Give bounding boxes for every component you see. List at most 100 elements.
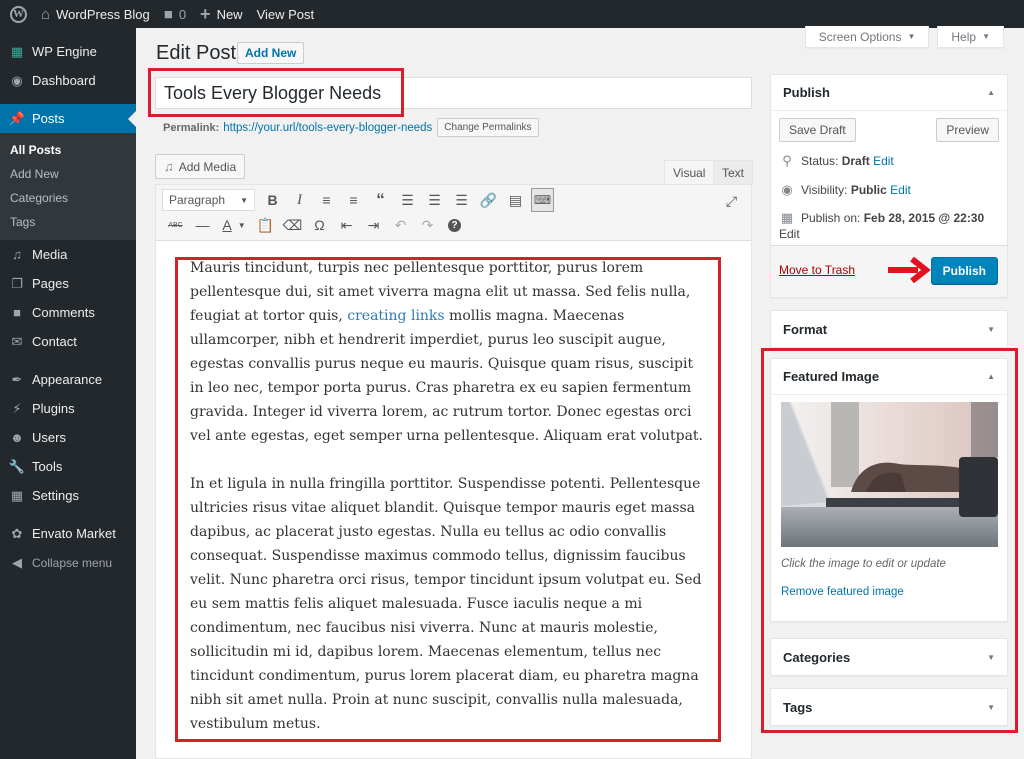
format-box-header[interactable]: Format ▼	[771, 311, 1007, 347]
tags-box-header[interactable]: Tags ▼	[771, 689, 1007, 725]
publish-button[interactable]: Publish	[930, 257, 998, 284]
collapse-label: Collapse menu	[32, 555, 113, 570]
settings-icon: ▦	[10, 487, 24, 503]
collapse-up-icon[interactable]: ▲	[987, 88, 995, 97]
submenu-categories[interactable]: Categories	[0, 186, 136, 210]
sidebar-item-users[interactable]: ☻ Users	[0, 423, 136, 452]
sidebar-item-comments[interactable]: ■ Comments	[0, 298, 136, 327]
blockquote-button[interactable]: “	[367, 188, 394, 212]
align-center-button[interactable]: ☰	[421, 188, 448, 212]
comment-icon: ■	[13, 305, 21, 320]
sidebar-item-media[interactable]: ♫ Media	[0, 240, 136, 269]
paragraph-text: mollis magna. Maecenas ullamcorper, nibh…	[190, 308, 704, 444]
text-color-button[interactable]: A ▼	[216, 213, 252, 237]
bullet-list-button[interactable]: ≡	[313, 188, 340, 212]
featured-image-box-header[interactable]: Featured Image ▲	[771, 359, 1007, 395]
redo-button[interactable]: ↷	[414, 213, 441, 237]
edit-visibility-link[interactable]: Edit	[890, 183, 911, 197]
outdent-button[interactable]: ⇤	[333, 213, 360, 237]
italic-button[interactable]: I	[286, 188, 313, 212]
undo-button[interactable]: ↶	[387, 213, 414, 237]
horizontal-line-button[interactable]: —	[189, 213, 216, 237]
visibility-value: Public	[850, 183, 887, 197]
categories-box-header[interactable]: Categories ▼	[771, 639, 1007, 675]
screen-options-button[interactable]: Screen Options ▼	[804, 26, 930, 48]
align-center-icon: ☰	[428, 191, 441, 208]
sidebar-item-wp-engine[interactable]: ▦ WP Engine	[0, 37, 136, 66]
laptop-photo-icon	[781, 402, 998, 547]
submenu-all-posts[interactable]: All Posts	[0, 138, 136, 162]
save-draft-button[interactable]: Save Draft	[779, 118, 856, 142]
read-more-button[interactable]: ▤	[502, 188, 529, 212]
sidebar-item-plugins[interactable]: ⚡ Plugins	[0, 394, 136, 423]
submenu-add-new[interactable]: Add New	[0, 162, 136, 186]
sidebar-item-envato-market[interactable]: ✿ Envato Market	[0, 519, 136, 548]
admin-sidebar: ▦ WP Engine ◉ Dashboard 📌 Posts All Post…	[0, 28, 136, 759]
home-icon: ⌂	[41, 5, 51, 23]
permalink-url-link[interactable]: https://your.url/tools-every-blogger-nee…	[223, 122, 432, 134]
indent-button[interactable]: ⇥	[360, 213, 387, 237]
sidebar-item-posts[interactable]: 📌 Posts	[0, 104, 136, 133]
expand-down-icon[interactable]: ▼	[987, 325, 995, 334]
numbered-list-button[interactable]: ≡	[340, 188, 367, 212]
edit-status-link[interactable]: Edit	[873, 154, 894, 168]
sidebar-item-appearance[interactable]: ✒ Appearance	[0, 365, 136, 394]
admin-bar: W ⌂ WordPress Blog ■ 0 + New View Post	[0, 0, 1024, 28]
view-post-link[interactable]: View Post	[250, 0, 322, 28]
editor-content[interactable]: Mauris tincidunt, turpis nec pellentesqu…	[156, 256, 751, 736]
categories-box-title: Categories	[783, 649, 851, 665]
help-shortcuts-button[interactable]: ?	[441, 213, 468, 237]
paste-text-button[interactable]: 📋	[252, 213, 279, 237]
site-name: WordPress Blog	[56, 6, 150, 22]
permalink-label: Permalink:	[163, 121, 220, 134]
post-title-input[interactable]: Tools Every Blogger Needs	[155, 77, 752, 109]
status-value: Draft	[841, 154, 870, 168]
sidebar-item-dashboard[interactable]: ◉ Dashboard	[0, 66, 136, 95]
format-select[interactable]: Paragraph ▼	[162, 189, 255, 211]
tab-visual[interactable]: Visual	[664, 160, 715, 184]
collapse-menu-button[interactable]: ◀ Collapse menu	[0, 548, 136, 577]
collapse-up-icon[interactable]: ▲	[987, 372, 995, 381]
tab-text[interactable]: Text	[713, 160, 754, 184]
content-link[interactable]: creating links	[347, 308, 444, 324]
format-box-title: Format	[783, 321, 828, 337]
add-new-button[interactable]: Add New	[237, 42, 305, 64]
featured-image-thumbnail[interactable]	[781, 402, 998, 547]
align-left-button[interactable]: ☰	[394, 188, 421, 212]
sidebar-item-tools[interactable]: 🔧 Tools	[0, 452, 136, 481]
sidebar-item-contact[interactable]: ✉ Contact	[0, 327, 136, 356]
screen-options-label: Screen Options	[818, 29, 902, 44]
align-right-button[interactable]: ☰	[448, 188, 475, 212]
remove-featured-image-link[interactable]: Remove featured image	[781, 586, 904, 598]
categories-box: Categories ▼	[770, 638, 1008, 676]
strikethrough-icon: ABC	[168, 221, 183, 229]
expand-down-icon[interactable]: ▼	[987, 703, 995, 712]
site-name-link[interactable]: ⌂ WordPress Blog	[34, 0, 157, 28]
wp-logo-menu[interactable]: W	[0, 0, 34, 28]
edit-date-link[interactable]: Edit	[779, 227, 800, 241]
publish-box-header[interactable]: Publish ▲	[771, 75, 1007, 111]
pin-icon: 📌	[8, 110, 26, 126]
publish-on-label: Publish on:	[801, 211, 861, 225]
clear-formatting-button[interactable]: ⌫	[279, 213, 306, 237]
comments-link[interactable]: ■ 0	[157, 0, 193, 28]
sidebar-item-label: Appearance	[32, 372, 103, 387]
special-character-button[interactable]: Ω	[306, 213, 333, 237]
help-button[interactable]: Help ▼	[937, 26, 1004, 48]
comment-bubble-icon: ■	[163, 5, 173, 23]
preview-button[interactable]: Preview	[936, 118, 999, 142]
change-permalinks-button[interactable]: Change Permalinks	[437, 118, 539, 137]
new-content-link[interactable]: + New	[193, 0, 250, 28]
horizontal-line-icon: —	[195, 217, 210, 233]
bold-button[interactable]: B	[259, 188, 286, 212]
insert-link-button[interactable]: 🔗	[475, 188, 502, 212]
move-to-trash-link[interactable]: Move to Trash	[779, 263, 855, 277]
expand-down-icon[interactable]: ▼	[987, 653, 995, 662]
toolbar-toggle-button[interactable]: ⌨	[531, 188, 554, 212]
add-media-button[interactable]: ♫ Add Media	[155, 154, 246, 179]
strikethrough-button[interactable]: ABC	[162, 213, 189, 237]
sidebar-item-pages[interactable]: ❐ Pages	[0, 269, 136, 298]
sidebar-item-settings[interactable]: ▦ Settings	[0, 481, 136, 510]
submenu-tags[interactable]: Tags	[0, 210, 136, 234]
distraction-free-button[interactable]: ⤢	[718, 189, 745, 213]
